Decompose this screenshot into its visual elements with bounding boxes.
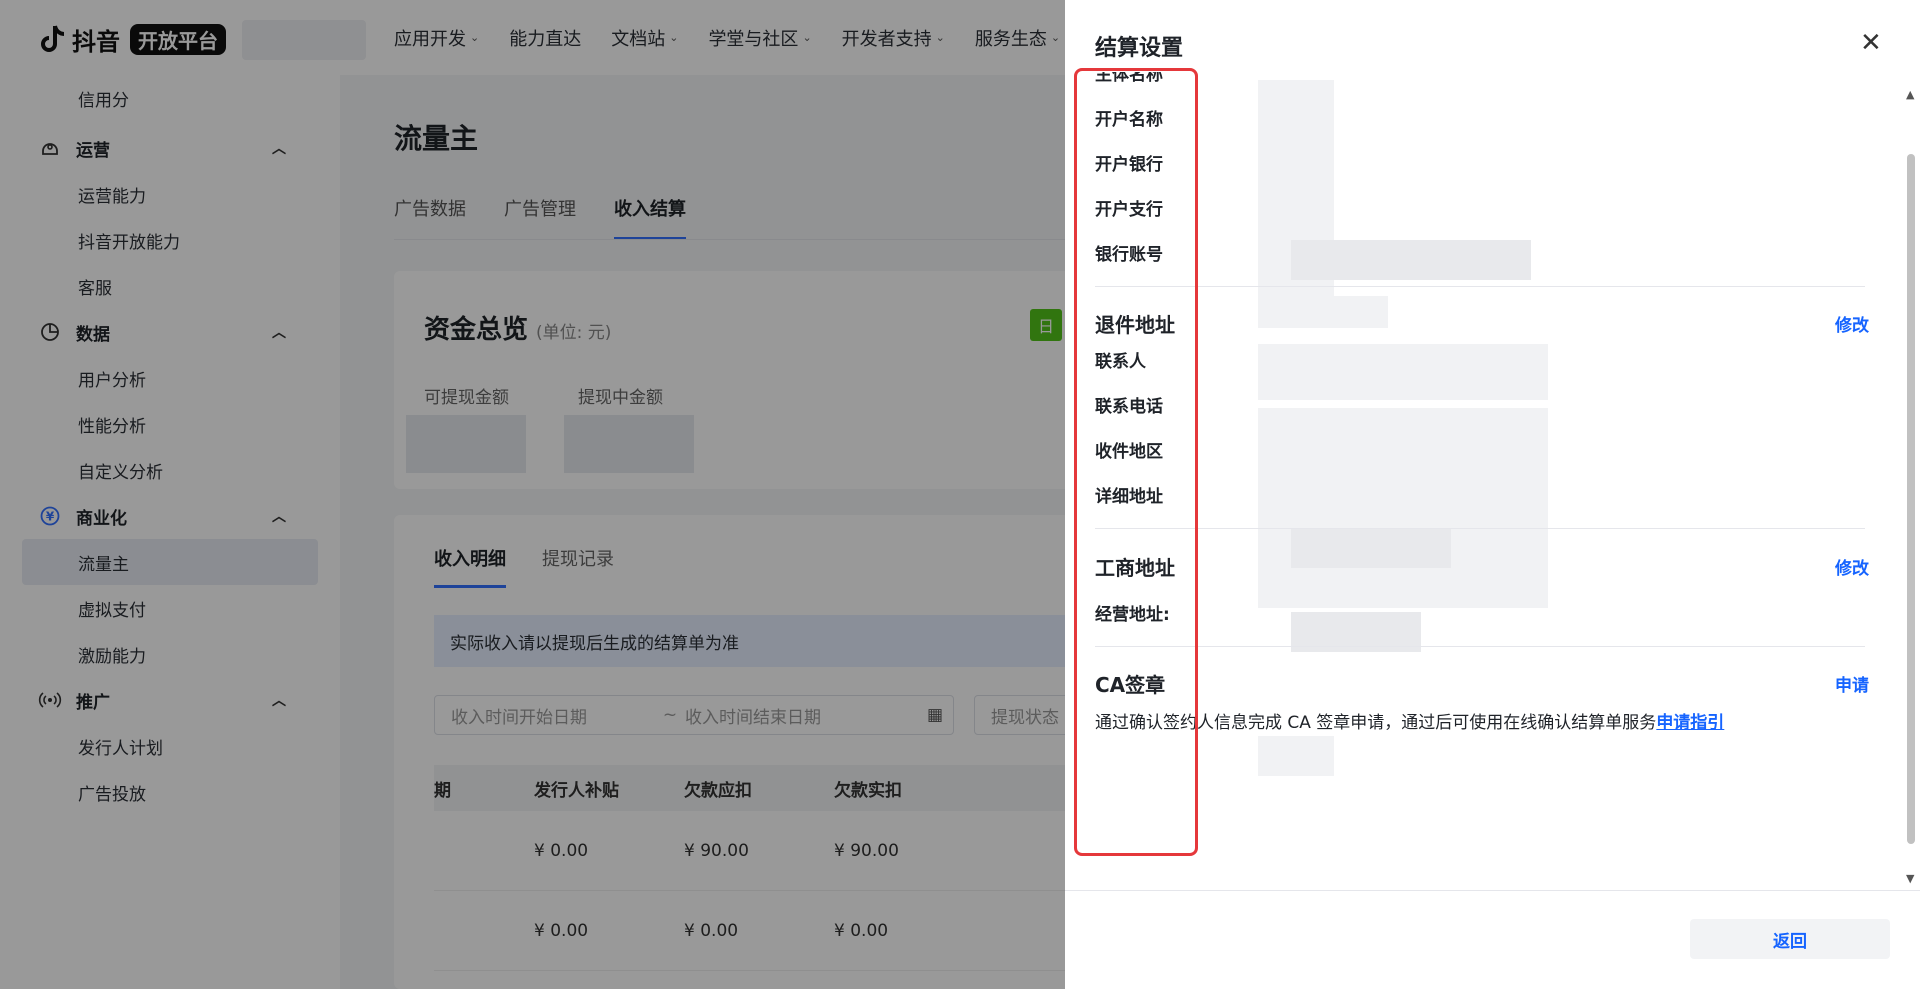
- section-divider: [1095, 528, 1865, 529]
- blurred-value: [1258, 408, 1548, 608]
- close-icon[interactable]: ✕: [1860, 28, 1882, 58]
- blurred-value: [1291, 528, 1451, 568]
- scrollbar-thumb[interactable]: [1907, 154, 1915, 844]
- scroll-down-arrow[interactable]: ▼: [1906, 872, 1914, 885]
- blurred-value: [1258, 296, 1388, 328]
- edit-return-address-link[interactable]: 修改: [1835, 311, 1869, 336]
- blurred-value: [1258, 736, 1334, 776]
- modal-overlay[interactable]: [0, 0, 1065, 989]
- section-divider: [1095, 286, 1865, 287]
- highlight-box: [1074, 68, 1198, 856]
- scroll-up-arrow[interactable]: ▲: [1906, 88, 1914, 101]
- section-divider: [1095, 646, 1865, 647]
- edit-business-address-link[interactable]: 修改: [1835, 554, 1869, 579]
- drawer-title: 结算设置: [1095, 36, 1184, 61]
- blurred-value: [1291, 240, 1531, 280]
- apply-ca-link[interactable]: 申请: [1835, 671, 1869, 696]
- back-button[interactable]: 返回: [1690, 919, 1890, 959]
- blurred-value: [1258, 344, 1548, 400]
- drawer-footer-divider: [1065, 890, 1920, 891]
- apply-guide-link[interactable]: 申请指引: [1656, 713, 1724, 733]
